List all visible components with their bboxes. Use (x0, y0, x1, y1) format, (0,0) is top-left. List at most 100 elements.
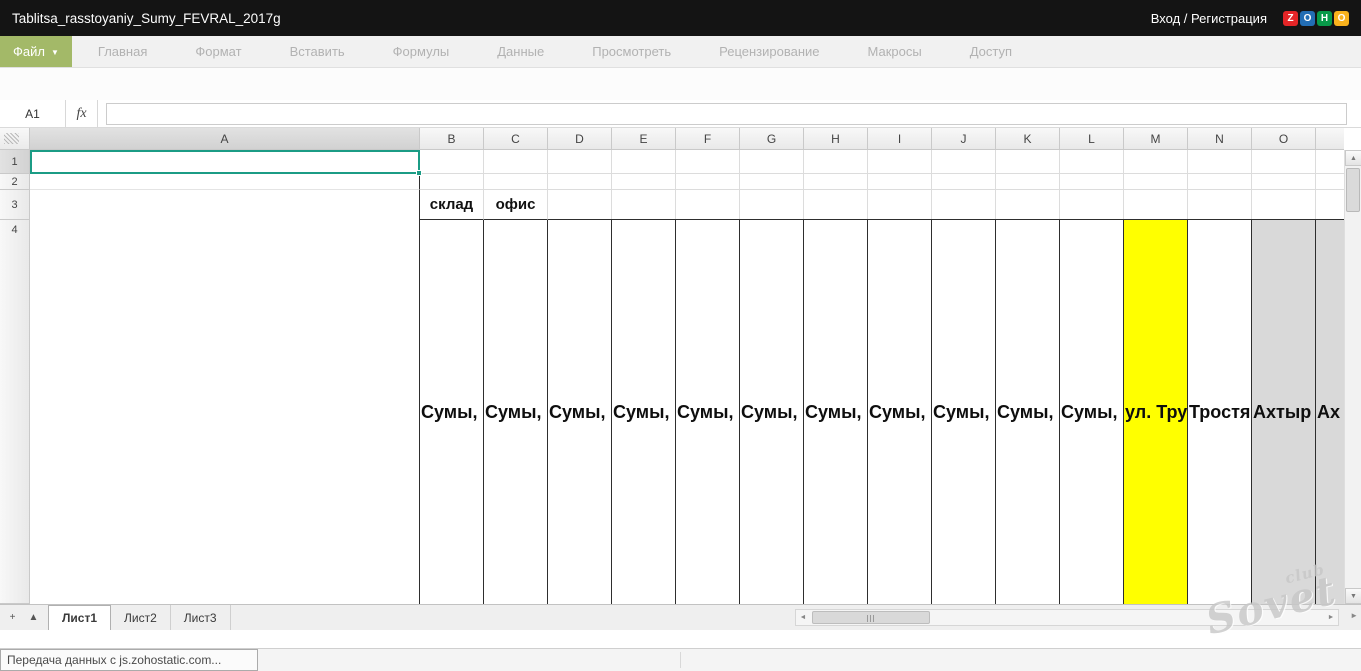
menubar: Файл ▼ Главная Формат Вставить Формулы Д… (0, 36, 1361, 68)
column-header-i[interactable]: I (868, 128, 932, 150)
row-4: Сумы, Сумы, Сумы, Сумы, Сумы, Сумы, Сумы… (30, 220, 1344, 604)
row-1 (30, 150, 1344, 174)
column-header-l[interactable]: L (1060, 128, 1124, 150)
select-all-corner[interactable] (0, 128, 30, 150)
cell-e4[interactable]: Сумы, (612, 220, 676, 604)
vertical-scrollbar[interactable]: ▲ ▼ (1344, 150, 1361, 604)
column-header-e[interactable]: E (612, 128, 676, 150)
menu-item-glavnaya[interactable]: Главная (98, 44, 147, 59)
toolbar-empty-area (0, 68, 1361, 100)
empty-cells-row2[interactable] (420, 174, 1344, 190)
bottom-empty-strip (0, 630, 1361, 648)
zoho-sheet-app: Tablitsa_rasstoyaniy_Sumy_FEVRAL_2017g В… (0, 0, 1361, 671)
row-2 (30, 174, 1344, 190)
scroll-right-button[interactable]: ► (1324, 610, 1338, 625)
cell-i4[interactable]: Сумы, (868, 220, 932, 604)
row-header-1[interactable]: 1 (0, 150, 30, 174)
file-menu-button[interactable]: Файл ▼ (0, 36, 72, 67)
cell-o4-gray[interactable]: Ахтыр (1252, 220, 1316, 604)
sheet-tab-list3[interactable]: Лист3 (171, 605, 231, 630)
tab-scroll-right-arrow[interactable]: ► (1350, 611, 1358, 620)
scroll-down-button[interactable]: ▼ (1345, 588, 1361, 604)
formula-bar: A1 fx (0, 100, 1361, 128)
fill-handle[interactable] (416, 170, 422, 176)
vertical-scroll-thumb[interactable] (1346, 168, 1360, 212)
spreadsheet-grid: A B C D E F G H I J K L M N O 1 2 3 4 (0, 128, 1344, 604)
column-header-c[interactable]: C (484, 128, 548, 150)
chevron-down-icon: ▼ (51, 48, 59, 57)
menu-item-dannye[interactable]: Данные (497, 44, 544, 59)
sheet-tabs: Лист1 Лист2 Лист3 (48, 605, 231, 630)
column-header-b[interactable]: B (420, 128, 484, 150)
fx-icon[interactable]: fx (66, 100, 98, 127)
status-divider (680, 652, 681, 668)
horizontal-scrollbar[interactable]: ◄ ► (795, 609, 1339, 626)
row-3: склад офис (30, 190, 1344, 220)
zoho-logo-letter: H (1317, 11, 1332, 26)
empty-cells-row3[interactable] (548, 190, 1344, 220)
empty-cells-row1[interactable] (420, 150, 1344, 174)
auth-link[interactable]: Вход / Регистрация (1151, 11, 1267, 26)
sheet-tab-bar: + ▲ Лист1 Лист2 Лист3 ◄ ► ► (0, 604, 1361, 630)
cell-reference-box[interactable]: A1 (0, 100, 66, 127)
scroll-left-button[interactable]: ◄ (796, 610, 810, 625)
cell-a1-selected[interactable] (30, 150, 420, 174)
cell-p4-partial[interactable]: Ах (1316, 220, 1344, 604)
cell-a3[interactable] (30, 190, 420, 220)
scroll-up-button[interactable]: ▲ (1345, 150, 1361, 166)
cell-f4[interactable]: Сумы, (676, 220, 740, 604)
row-header-3[interactable]: 3 (0, 190, 30, 220)
cell-rows: склад офис Сумы, Сумы, Сумы, Сумы, Сумы,… (30, 150, 1344, 604)
menu-item-prosmotret[interactable]: Просмотреть (592, 44, 671, 59)
cell-k4[interactable]: Сумы, (996, 220, 1060, 604)
cell-b4[interactable]: Сумы, (420, 220, 484, 604)
cell-d4[interactable]: Сумы, (548, 220, 612, 604)
menu-item-format[interactable]: Формат (195, 44, 241, 59)
zoho-logo-letter: O (1334, 11, 1349, 26)
status-bar: Передача данных с js.zohostatic.com... (0, 648, 1361, 671)
column-header-m[interactable]: M (1124, 128, 1188, 150)
menu-item-vstavit[interactable]: Вставить (290, 44, 345, 59)
cell-a4[interactable] (30, 220, 420, 604)
zoho-logo-letter: O (1300, 11, 1315, 26)
column-header-h[interactable]: H (804, 128, 868, 150)
column-header-n[interactable]: N (1188, 128, 1252, 150)
menu-item-makrosy[interactable]: Макросы (868, 44, 922, 59)
cell-a2[interactable] (30, 174, 420, 190)
sheet-tab-list1[interactable]: Лист1 (48, 605, 111, 630)
horizontal-scroll-thumb[interactable] (812, 611, 930, 624)
row-header-2[interactable]: 2 (0, 174, 30, 190)
column-header-partial[interactable] (1316, 128, 1344, 150)
titlebar-right: Вход / Регистрация Z O H O (1151, 11, 1349, 26)
titlebar: Tablitsa_rasstoyaniy_Sumy_FEVRAL_2017g В… (0, 0, 1361, 36)
column-header-j[interactable]: J (932, 128, 996, 150)
row-header-4[interactable]: 4 (0, 220, 30, 604)
menu-item-formuly[interactable]: Формулы (393, 44, 450, 59)
formula-input[interactable] (106, 103, 1347, 125)
cell-b3[interactable]: склад (420, 190, 484, 220)
column-header-d[interactable]: D (548, 128, 612, 150)
column-header-k[interactable]: K (996, 128, 1060, 150)
cell-n4[interactable]: Тростя (1188, 220, 1252, 604)
cell-j4[interactable]: Сумы, (932, 220, 996, 604)
cell-m4-yellow[interactable]: ул. Тру (1124, 220, 1188, 604)
column-header-o[interactable]: O (1252, 128, 1316, 150)
menu-item-dostup[interactable]: Доступ (970, 44, 1012, 59)
cell-c3[interactable]: офис (484, 190, 548, 220)
cell-g4[interactable]: Сумы, (740, 220, 804, 604)
menu-items: Главная Формат Вставить Формулы Данные П… (98, 36, 1012, 67)
sheet-tab-list2[interactable]: Лист2 (111, 605, 171, 630)
cell-h4[interactable]: Сумы, (804, 220, 868, 604)
column-header-f[interactable]: F (676, 128, 740, 150)
column-header-row: A B C D E F G H I J K L M N O (0, 128, 1344, 150)
add-sheet-button[interactable]: + (4, 609, 21, 627)
row-header-column: 1 2 3 4 (0, 150, 30, 604)
zoho-logo-letter: Z (1283, 11, 1298, 26)
cell-c4[interactable]: Сумы, (484, 220, 548, 604)
collapse-tabs-button[interactable]: ▲ (25, 609, 42, 627)
column-header-a[interactable]: A (30, 128, 420, 150)
column-header-g[interactable]: G (740, 128, 804, 150)
cell-l4[interactable]: Сумы, (1060, 220, 1124, 604)
zoho-logo[interactable]: Z O H O (1283, 11, 1349, 26)
menu-item-recenzirovanie[interactable]: Рецензирование (719, 44, 819, 59)
